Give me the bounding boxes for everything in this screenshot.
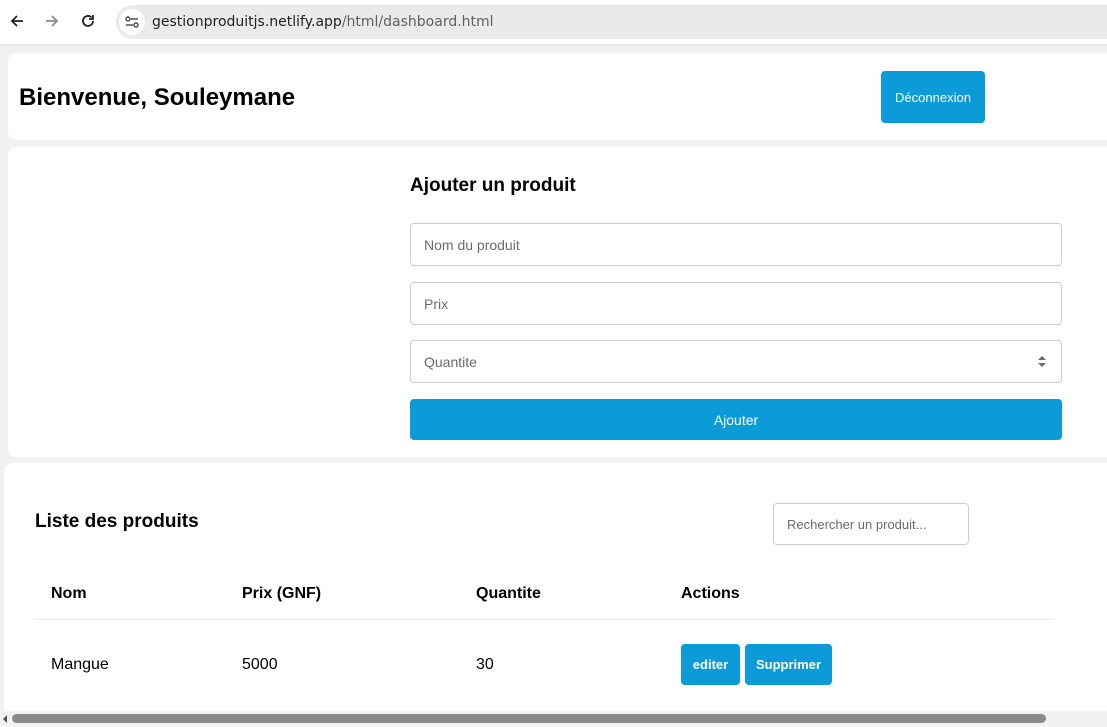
browser-toolbar: gestionproduitjs.netlify.app/html/dashbo… <box>0 0 1107 45</box>
price-input[interactable]: Prix <box>410 282 1062 325</box>
list-title: Liste des produits <box>35 511 199 532</box>
quantity-input[interactable]: Quantite <box>410 340 1062 383</box>
product-name-placeholder: Nom du produit <box>424 236 520 253</box>
add-product-form: Ajouter un produit Nom du produit Prix Q… <box>8 147 1107 457</box>
back-arrow-icon[interactable] <box>5 9 29 33</box>
column-header-quantity: Quantite <box>476 585 541 602</box>
cell-price: 5000 <box>242 656 278 673</box>
form-title: Ajouter un produit <box>410 175 576 196</box>
address-bar[interactable]: gestionproduitjs.netlify.app/html/dashbo… <box>116 5 1107 39</box>
site-info-icon[interactable] <box>119 9 145 35</box>
column-header-price: Prix (GNF) <box>242 585 322 602</box>
delete-button[interactable]: Supprimer <box>745 644 832 685</box>
logout-button[interactable]: Déconnexion <box>881 71 985 123</box>
cell-quantity: 30 <box>476 656 494 673</box>
page-content: Bienvenue, Souleymane Déconnexion Ajoute… <box>0 46 1107 711</box>
price-placeholder: Prix <box>424 295 449 312</box>
header-card: Bienvenue, Souleymane Déconnexion <box>8 53 1107 140</box>
scrollbar-thumb[interactable] <box>12 714 1046 723</box>
forward-arrow-icon[interactable] <box>40 9 64 33</box>
scroll-left-icon[interactable] <box>1 714 9 724</box>
quantity-placeholder: Quantite <box>424 353 477 370</box>
url-path: /html/dashboard.html <box>341 14 494 30</box>
reload-icon[interactable] <box>76 9 100 33</box>
horizontal-scrollbar[interactable] <box>0 711 1107 727</box>
column-header-actions: Actions <box>681 585 740 602</box>
product-list: Liste des produits Rechercher un produit… <box>4 463 1107 711</box>
add-product-button[interactable]: Ajouter <box>410 399 1062 440</box>
column-header-name: Nom <box>51 585 87 602</box>
search-input[interactable]: Rechercher un produit... <box>773 503 969 545</box>
url-domain: gestionproduitjs.netlify.app <box>152 14 342 30</box>
product-name-input[interactable]: Nom du produit <box>410 223 1062 266</box>
stepper-icon[interactable] <box>1037 353 1047 370</box>
edit-button[interactable]: editer <box>681 644 740 685</box>
header-divider <box>35 619 1053 620</box>
welcome-heading: Bienvenue, Souleymane <box>19 84 296 111</box>
url-text: gestionproduitjs.netlify.app/html/dashbo… <box>152 14 494 30</box>
cell-name: Mangue <box>51 656 109 673</box>
search-placeholder: Rechercher un produit... <box>787 516 927 532</box>
